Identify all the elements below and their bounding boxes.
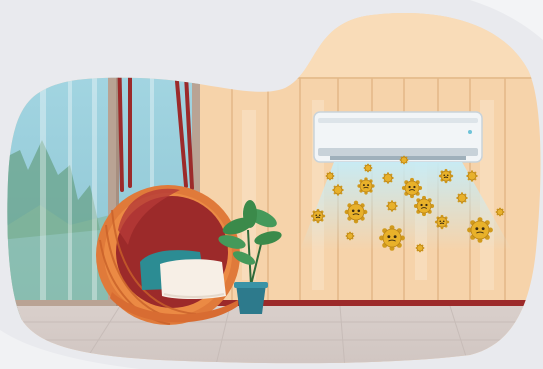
germ-icon — [344, 200, 368, 224]
air-conditioner-icon — [313, 111, 483, 163]
germ-icon — [357, 177, 375, 195]
germ-icon — [413, 195, 435, 217]
pillow-icon — [160, 259, 226, 299]
germ-icon — [466, 170, 478, 182]
germ-icon — [332, 184, 344, 196]
germ-icon — [325, 171, 335, 181]
germ-icon — [415, 243, 425, 253]
upper-wall — [200, 13, 541, 78]
germ-icon — [386, 200, 398, 212]
germ-icon — [345, 231, 355, 241]
room-illustration — [0, 0, 543, 369]
germ-icon — [382, 172, 394, 184]
germ-icon — [438, 168, 454, 184]
room-scene — [7, 13, 541, 364]
floor — [7, 306, 541, 364]
germ-icon — [467, 217, 493, 243]
germ-icon — [379, 225, 405, 251]
germ-icon — [399, 155, 409, 165]
germ-icon — [495, 207, 505, 217]
hanging-egg-chair-icon — [96, 185, 240, 325]
germ-icon — [310, 208, 326, 224]
germ-icon — [456, 192, 468, 204]
germ-icon — [363, 163, 373, 173]
illustration-stage — [0, 0, 543, 369]
germ-icon — [401, 177, 423, 199]
germ-icon — [434, 214, 450, 230]
